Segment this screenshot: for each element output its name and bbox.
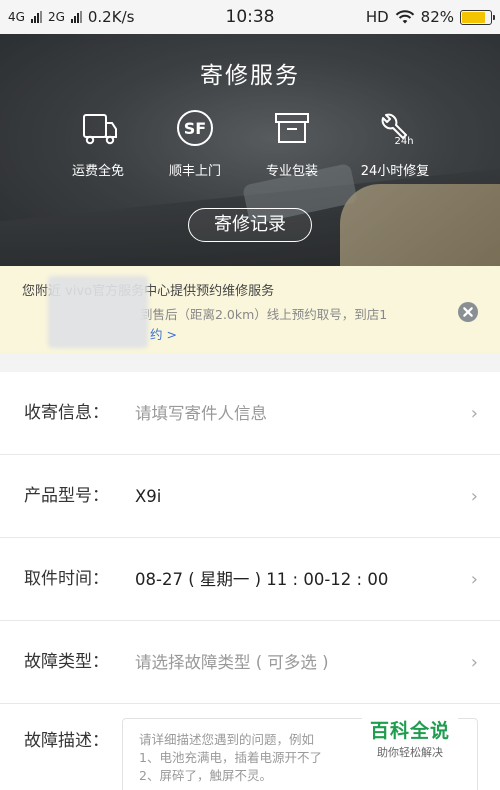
battery-percent: 82% — [420, 8, 454, 26]
signal-icon — [70, 11, 82, 23]
wrench-24h-icon: 24h — [381, 113, 414, 147]
truck-icon — [83, 114, 117, 145]
field-label: 故障描述： — [24, 731, 109, 751]
notice-link[interactable]: 约 > — [150, 324, 177, 343]
feature-sf-pickup: SF 顺丰上门 — [145, 106, 245, 179]
field-label: 取件时间： — [24, 569, 109, 589]
watermark-logo: 百科全说 助你轻松解决 — [362, 714, 458, 764]
status-right: HD 82% — [365, 0, 495, 34]
network-type-2: 2G — [47, 10, 65, 24]
svg-text:24h: 24h — [394, 136, 413, 147]
field-label: 产品型号： — [24, 486, 109, 506]
feature-label: 专业包装 — [265, 164, 318, 179]
shipping-info-field[interactable]: 请填写寄件人信息 — [135, 372, 267, 455]
feature-list: 运费全免 SF 顺丰上门 专业包装 24h 24小时修复 — [0, 106, 500, 186]
battery-icon — [460, 9, 495, 25]
repair-service-screen: 4G 2G 0.2K/s 10:38 HD 82% 寄修服务 运费全免 SF 顺… — [0, 0, 500, 790]
shipping-info-row[interactable]: 收寄信息： 请填写寄件人信息 › — [0, 372, 500, 455]
service-notice[interactable]: 您附近 vivo官方服务中心提供预约维修服务 到售后（距离2.0km）线上预约取… — [0, 266, 500, 353]
field-label: 收寄信息： — [24, 403, 109, 423]
status-bar: 4G 2G 0.2K/s 10:38 HD 82% — [0, 0, 500, 34]
feature-label: 顺丰上门 — [168, 164, 221, 179]
svg-text:SF: SF — [184, 119, 206, 138]
wifi-icon — [395, 10, 414, 24]
close-icon[interactable] — [458, 302, 478, 322]
sf-express-icon: SF — [177, 110, 213, 146]
fault-type-field[interactable]: 请选择故障类型 ( 可多选 ) — [135, 621, 329, 704]
pickup-time-row[interactable]: 取件时间： 08-27 ( 星期一 ) 11 : 00-12 : 00 › — [0, 538, 500, 621]
battery-level — [462, 11, 485, 23]
feature-24h-repair: 24h 24小时修复 — [345, 106, 445, 179]
watermark-subtitle: 助你轻松解决 — [377, 746, 443, 759]
feature-packaging: 专业包装 — [242, 106, 342, 179]
redacted-area — [48, 276, 148, 348]
hd-indicator: HD — [365, 8, 389, 26]
signal-icon — [30, 11, 42, 23]
watermark-title: 百科全说 — [369, 720, 450, 742]
feature-label: 24小时修复 — [360, 164, 430, 179]
notice-detail: 到售后（距离2.0km）线上预约取号，到店1 — [140, 307, 388, 322]
page-title: 寄修服务 — [200, 63, 300, 89]
chevron-right-icon: › — [470, 403, 478, 424]
repair-records-button[interactable]: 寄修记录 — [188, 208, 312, 242]
network-type-1: 4G — [8, 10, 25, 24]
product-model-row[interactable]: 产品型号： X9i › — [0, 455, 500, 538]
box-icon — [275, 113, 309, 143]
pickup-time-field[interactable]: 08-27 ( 星期一 ) 11 : 00-12 : 00 — [135, 538, 388, 621]
fault-type-row[interactable]: 故障类型： 请选择故障类型 ( 可多选 ) › — [0, 621, 500, 704]
status-left: 4G 2G 0.2K/s — [8, 0, 134, 34]
hero-banner: 寄修服务 运费全免 SF 顺丰上门 专业包装 24h 24小时修复 寄修记录 — [0, 34, 500, 266]
chevron-right-icon: › — [470, 569, 478, 590]
feature-label: 运费全免 — [71, 164, 124, 179]
product-model-field[interactable]: X9i — [135, 455, 161, 538]
feature-free-shipping: 运费全免 — [48, 106, 148, 179]
network-speed: 0.2K/s — [87, 8, 135, 26]
chevron-right-icon: › — [470, 652, 478, 673]
chevron-right-icon: › — [470, 486, 478, 507]
field-label: 故障类型： — [24, 652, 109, 672]
